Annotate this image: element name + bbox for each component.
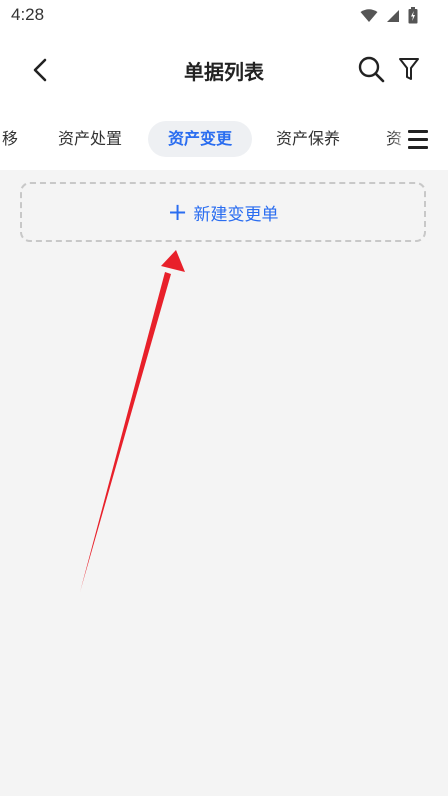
arrow-head (161, 250, 185, 272)
annotation-arrow (80, 250, 185, 592)
arrow-shaft (80, 272, 171, 592)
